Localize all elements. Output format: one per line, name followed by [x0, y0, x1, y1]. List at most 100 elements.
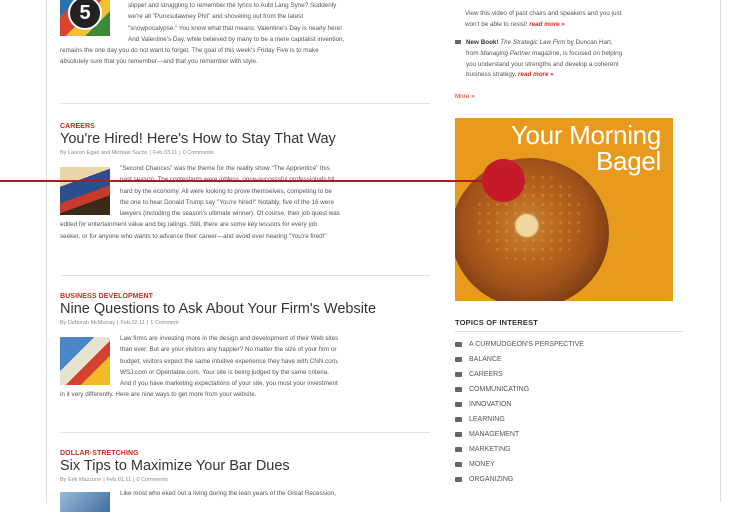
sidebar-item-line: you understand your strengths and develo…	[466, 60, 619, 68]
right-border	[720, 0, 721, 502]
page: 5 slipper and struggling to remember the…	[0, 0, 735, 512]
ad-headline-line: Your Morning	[510, 120, 661, 150]
topics-divider	[455, 331, 683, 332]
topic-link[interactable]: CAREERS	[455, 371, 503, 378]
callout-pointer-dot	[482, 159, 525, 202]
sidebar-item-new-book: New Book! The Strategic Law Firm by Dunc…	[455, 38, 683, 81]
read-more-link[interactable]: read more »	[518, 71, 554, 78]
article-line: in it very differently. Here are nine wa…	[60, 391, 257, 399]
new-book-label: New Book!	[466, 39, 499, 46]
read-more-link[interactable]: read more »	[529, 21, 565, 28]
article-title[interactable]: Six Tips to Maximize Your Bar Dues	[60, 458, 430, 474]
topic-bullet-icon	[455, 416, 462, 422]
article-divider	[60, 432, 430, 433]
article-date: Feb.03.11	[152, 150, 178, 156]
article-line: seeker, or for anyone who wants to advan…	[60, 232, 327, 240]
article-divider	[60, 275, 430, 276]
friday-five-line: "snowpocalypse." You know what that mean…	[128, 24, 342, 32]
article-line: Like most who eked out a living during t…	[120, 490, 336, 497]
book-icon	[455, 40, 461, 45]
topic-link[interactable]: ORGANIZING	[455, 476, 513, 483]
magazine-name: Managing Partner	[480, 49, 531, 57]
topic-link[interactable]: MARKETING	[455, 446, 511, 453]
article-category[interactable]: CAREERS	[60, 123, 430, 130]
article-line: WSJ.com or Opentable.com. Your site is b…	[120, 368, 329, 376]
topic-bullet-icon	[455, 341, 462, 347]
sidebar-item-line: View this video of past chairs and speak…	[465, 10, 622, 17]
book-title-link[interactable]: The Strategic Law Firm	[500, 39, 565, 46]
friday-five-line: slipper and struggling to remember the l…	[128, 2, 337, 9]
article-authors[interactable]: By Lauren Egan and Michael Sachs	[60, 150, 147, 156]
topic-link[interactable]: LEARNING	[455, 416, 505, 423]
article-title[interactable]: Nine Questions to Ask About Your Firm's …	[60, 301, 430, 317]
article-line: edited for entertainment value and big r…	[60, 221, 317, 229]
topic-label: BALANCE	[469, 356, 502, 363]
article-date: Feb.02.11	[120, 320, 145, 326]
sidebar-item-chairs-video: View this video of past chairs and speak…	[465, 9, 683, 31]
topic-bullet-icon	[455, 401, 462, 407]
topic-link[interactable]: MONEY	[455, 461, 495, 468]
topic-link[interactable]: COMMUNICATING	[455, 386, 529, 393]
article-category[interactable]: DOLLAR-STRETCHING	[60, 450, 430, 457]
callout-pointer-line	[0, 180, 500, 182]
article-byline: By Erik Mazzone | Feb.01.11 | 0 Comments	[60, 477, 168, 483]
sidebar-item-text: magazine, is focused on helping	[530, 49, 623, 57]
article-business-development: BUSINESS DEVELOPMENT Nine Questions to A…	[60, 293, 430, 401]
topic-label: ORGANIZING	[469, 476, 514, 483]
article-line: the one to hear Donald Trump say "You're…	[120, 198, 334, 206]
friday-five-line: we're all "Punxsutawney Phil" and shovel…	[128, 13, 304, 21]
more-link[interactable]: More »	[455, 93, 475, 100]
topic-label: CAREERS	[469, 371, 503, 378]
friday-five-badge-icon[interactable]: 5	[60, 0, 110, 36]
article-line: hard by the economy. All were looking to…	[120, 187, 332, 195]
article-authors[interactable]: By Deborah McMurray	[60, 320, 115, 326]
topic-bullet-icon	[455, 356, 462, 362]
topics-heading: TOPICS OF INTEREST	[455, 318, 539, 327]
morning-bagel-ad[interactable]: Your Morning Bagel	[455, 118, 673, 301]
topic-label: INNOVATION	[469, 401, 512, 408]
topic-link[interactable]: BALANCE	[455, 356, 502, 363]
topic-label: MONEY	[469, 461, 495, 468]
article-careers: CAREERS You're Hired! Here's How to Stay…	[60, 123, 430, 242]
article-byline: By Lauren Egan and Michael Sachs | Feb.03.…	[60, 150, 214, 156]
article-divider	[60, 103, 430, 104]
topic-link[interactable]: INNOVATION	[455, 401, 512, 408]
book-author: by Duncan Hart,	[565, 39, 613, 46]
topic-link[interactable]: MANAGEMENT	[455, 431, 519, 438]
article-line: Law firms are investing more in the desi…	[120, 335, 339, 342]
topic-bullet-icon	[455, 461, 462, 467]
article-byline: By Deborah McMurray | Feb.02.11 | 1 Comment	[60, 320, 179, 326]
sidebar-item-line: business strategy.	[466, 71, 517, 79]
article-title[interactable]: You're Hired! Here's How to Stay That Wa…	[60, 131, 430, 147]
topic-bullet-icon	[455, 476, 462, 482]
article-category[interactable]: BUSINESS DEVELOPMENT	[60, 293, 430, 300]
topic-bullet-icon	[455, 431, 462, 437]
article-comments-link[interactable]: 0 Comments	[183, 150, 214, 156]
sidebar-item-line: won't be able to resist!	[465, 20, 528, 28]
article-line: budget, visitors expect the same intuiti…	[120, 357, 339, 365]
five-number: 5	[68, 0, 102, 30]
topic-link[interactable]: A CURMUDGEON'S PERSPECTIVE	[455, 341, 584, 348]
friday-five-line: And Valentine's Day, while believed by m…	[128, 35, 345, 43]
apprentice-illustration-icon[interactable]	[60, 167, 110, 215]
topic-bullet-icon	[455, 446, 462, 452]
topic-label: LEARNING	[469, 416, 505, 423]
topic-bullet-icon	[455, 386, 462, 392]
bar-dues-illustration-icon[interactable]	[60, 492, 110, 512]
left-border	[46, 0, 47, 502]
article-line: "Second Chances" was the theme for the r…	[120, 165, 330, 172]
website-illustration-icon[interactable]	[60, 337, 110, 385]
sidebar-item-text: from	[466, 49, 481, 57]
article-line: lawyers (including the season's ultimate…	[120, 210, 340, 218]
article-line: And if you have marketing expectations o…	[120, 380, 338, 388]
article-comments-link[interactable]: 0 Comments	[137, 477, 168, 483]
topic-label: A CURMUDGEON'S PERSPECTIVE	[469, 341, 584, 348]
topic-label: COMMUNICATING	[469, 386, 530, 393]
article-dollar-stretching: DOLLAR-STRETCHING Six Tips to Maximize Y…	[60, 450, 430, 514]
friday-five-line: absolutely sure that you remember—and th…	[60, 58, 258, 66]
article-authors[interactable]: By Erik Mazzone	[60, 477, 101, 483]
article-comments-link[interactable]: 1 Comment	[150, 320, 178, 326]
topic-bullet-icon	[455, 371, 462, 377]
article-line: than ever. But are your visitors any hap…	[120, 346, 337, 354]
topic-label: MARKETING	[469, 446, 511, 453]
